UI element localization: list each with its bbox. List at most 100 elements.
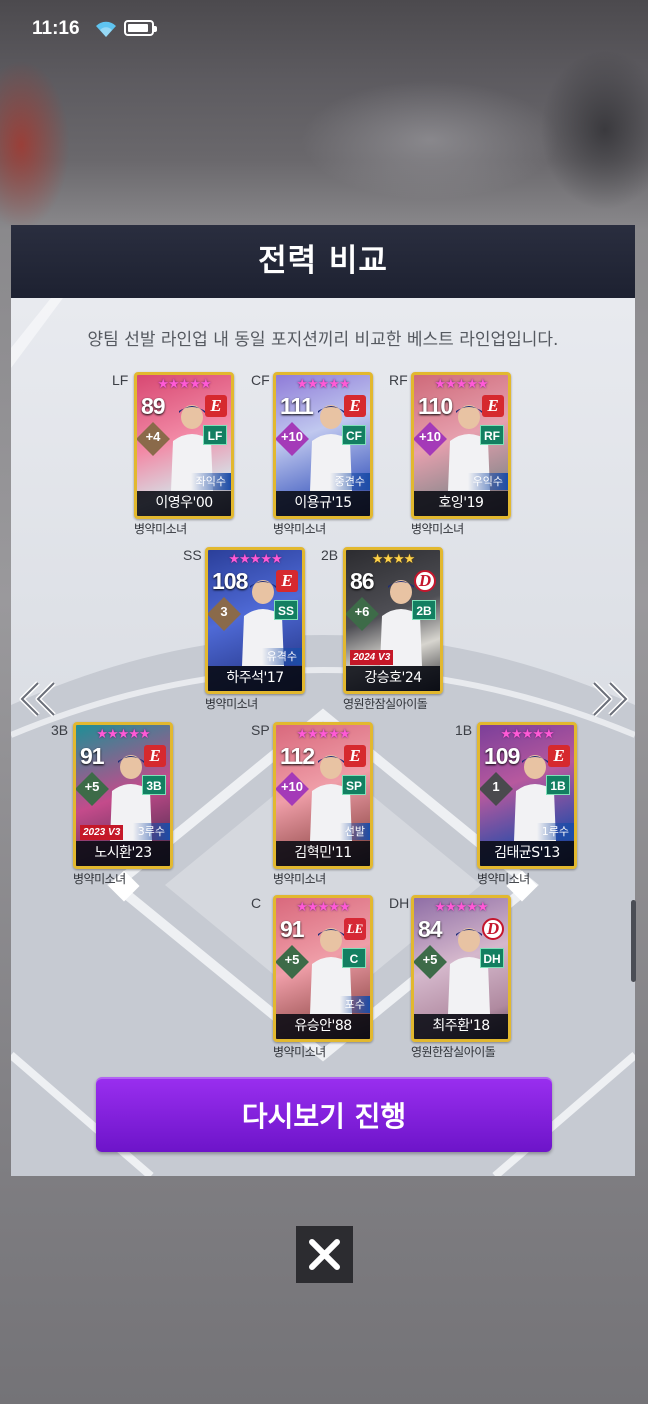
team-logo: E	[344, 745, 366, 767]
player-name: 유승안'88	[276, 1014, 370, 1039]
owner-name: 병약미소녀	[273, 1045, 326, 1059]
player-card[interactable]: ★★★★★ 84 D DH +5 최주환'18	[411, 895, 511, 1042]
player-name: 노시환'23	[76, 841, 170, 866]
lineup-slot: 3B ★★★★★ 91 E 3B +5 2023 V3 3루수 노시환'23 병약미소녀	[51, 722, 191, 897]
position-badge: 1B	[546, 775, 570, 795]
lineup-slot: LF ★★★★★ 89 E LF +4 좌익수 이영우'00 병약미소녀	[112, 372, 252, 547]
dialog-header: 전력 비교	[11, 225, 635, 298]
star-rating: ★★★★★	[500, 727, 554, 742]
enhance-level: +5	[84, 779, 100, 794]
player-name: 최주환'18	[414, 1014, 508, 1039]
player-card[interactable]: ★★★★★ 91 LE C +5 포수 유승안'88	[273, 895, 373, 1042]
team-logo: E	[144, 745, 166, 767]
scrollbar[interactable]	[631, 900, 636, 982]
overall-rating: 84	[418, 916, 443, 942]
player-card[interactable]: ★★★★★ 112 E SP +10 선발 김혁민'11	[273, 722, 373, 869]
comparison-dialog: 전력 비교 양팀 선발 라인업 내 동일 포지션끼리 비교한 베스트 라인업입니…	[11, 225, 635, 1176]
enhance-level: +5	[284, 952, 300, 967]
player-card[interactable]: ★★★★★ 111 E CF +10 중견수 이용규'15	[273, 372, 373, 519]
owner-name: 병약미소녀	[273, 522, 326, 536]
overall-rating: 89	[141, 393, 166, 419]
battery-icon	[124, 20, 157, 36]
enhance-level: +4	[145, 429, 161, 444]
replay-button[interactable]: 다시보기 진행	[96, 1077, 552, 1152]
team-logo: E	[344, 395, 366, 417]
lineup-slot: DH ★★★★★ 84 D DH +5 최주환'18 영원한잠실아이돌	[389, 895, 529, 1070]
double-chevron-right-icon[interactable]	[588, 681, 630, 717]
owner-name: 병약미소녀	[477, 872, 530, 886]
close-button[interactable]	[296, 1226, 353, 1283]
wifi-icon	[96, 21, 116, 37]
player-card[interactable]: ★★★★★ 108 E SS 3 유격수 하주석'17	[205, 547, 305, 694]
position-label: 1B	[455, 722, 473, 738]
position-label: 3B	[51, 722, 69, 738]
lineup-slot: SS ★★★★★ 108 E SS 3 유격수 하주석'17 병약미소녀	[183, 547, 323, 722]
status-time: 11:16	[32, 18, 80, 39]
battery-level	[128, 24, 148, 32]
player-name: 강승호'24	[346, 666, 440, 691]
enhance-level: 3	[220, 604, 228, 619]
player-name: 하주석'17	[208, 666, 302, 691]
owner-name: 병약미소녀	[273, 872, 326, 886]
position-badge: 2B	[412, 600, 436, 620]
owner-name: 병약미소녀	[411, 522, 464, 536]
player-card[interactable]: ★★★★ 86 D 2B +6 2024 V3 강승호'24	[343, 547, 443, 694]
background-blur	[0, 60, 70, 230]
overall-rating: 91	[280, 916, 305, 942]
team-logo: LE	[344, 918, 366, 940]
position-label: 2B	[321, 547, 339, 563]
star-rating: ★★★★	[371, 552, 416, 567]
enhance-level: +6	[354, 604, 370, 619]
lineup-slot: 1B ★★★★★ 109 E 1B 1 1루수 김태균S'13 병약미소녀	[455, 722, 595, 897]
player-card[interactable]: ★★★★★ 109 E 1B 1 1루수 김태균S'13	[477, 722, 577, 869]
player-card[interactable]: ★★★★★ 91 E 3B +5 2023 V3 3루수 노시환'23	[73, 722, 173, 869]
player-card[interactable]: ★★★★★ 110 E RF +10 우익수 호잉'19	[411, 372, 511, 519]
role-label: 유격수	[261, 648, 302, 665]
position-label: LF	[112, 372, 129, 388]
enhance-level: 1	[492, 779, 500, 794]
star-rating: ★★★★★	[157, 377, 211, 392]
lineup-slot: CF ★★★★★ 111 E CF +10 중견수 이용규'15 병약미소녀	[251, 372, 391, 547]
lineup-slot: RF ★★★★★ 110 E RF +10 우익수 호잉'19 병약미소녀	[389, 372, 529, 547]
position-badge: C	[342, 948, 366, 968]
star-rating: ★★★★★	[434, 900, 488, 915]
team-logo: D	[482, 918, 504, 940]
role-label: 우익수	[467, 473, 508, 490]
position-label: RF	[389, 372, 408, 388]
position-label: SP	[251, 722, 270, 738]
dialog-title: 전력 비교	[258, 243, 388, 279]
owner-name: 병약미소녀	[134, 522, 187, 536]
player-name: 호잉'19	[414, 491, 508, 516]
position-badge: 3B	[142, 775, 166, 795]
lineup-slot: C ★★★★★ 91 LE C +5 포수 유승안'88 병약미소녀	[251, 895, 391, 1070]
status-bar: 11:16	[0, 0, 648, 62]
star-rating: ★★★★★	[96, 727, 150, 742]
team-logo: E	[205, 395, 227, 417]
position-label: CF	[251, 372, 270, 388]
position-badge: RF	[480, 425, 504, 445]
role-label: 포수	[339, 996, 370, 1013]
star-rating: ★★★★★	[228, 552, 282, 567]
background-blur	[300, 80, 560, 200]
overall-rating: 109	[484, 743, 520, 769]
lineup-slot: 2B ★★★★ 86 D 2B +6 2024 V3 강승호'24 영원한잠실아이돌	[321, 547, 461, 722]
star-rating: ★★★★★	[296, 377, 350, 392]
overall-rating: 110	[418, 393, 453, 419]
overall-rating: 91	[80, 743, 105, 769]
position-badge: SP	[342, 775, 366, 795]
dialog-subtitle: 양팀 선발 라인업 내 동일 포지션끼리 비교한 베스트 라인업입니다.	[87, 330, 559, 350]
card-edition: 2024 V3	[350, 650, 394, 665]
double-chevron-left-icon[interactable]	[18, 681, 60, 717]
owner-name: 영원한잠실아이돌	[411, 1045, 496, 1059]
position-label: C	[251, 895, 262, 911]
owner-name: 병약미소녀	[73, 872, 126, 886]
star-rating: ★★★★★	[434, 377, 488, 392]
player-name: 김혁민'11	[276, 841, 370, 866]
position-label: DH	[389, 895, 410, 911]
overall-rating: 111	[280, 393, 314, 419]
role-label: 좌익수	[190, 473, 231, 490]
star-rating: ★★★★★	[296, 727, 350, 742]
player-card[interactable]: ★★★★★ 89 E LF +4 좌익수 이영우'00	[134, 372, 234, 519]
background-blur	[540, 50, 648, 210]
role-label: 선발	[339, 823, 370, 840]
